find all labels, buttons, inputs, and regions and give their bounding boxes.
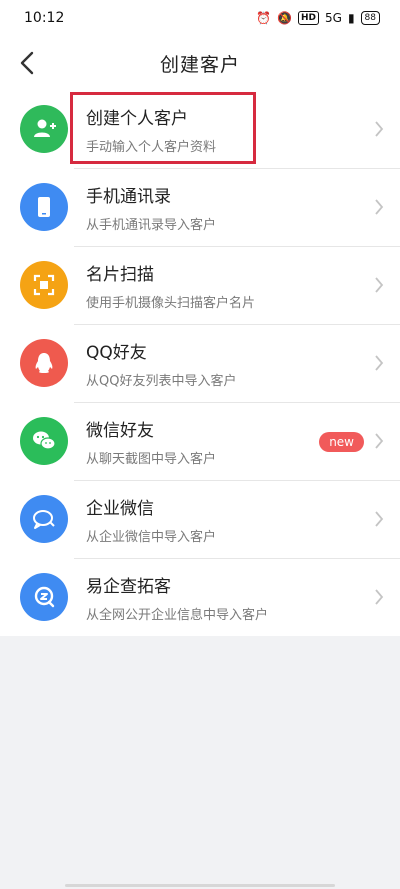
scan-icon (20, 261, 68, 309)
chevron-right-icon (375, 433, 384, 449)
item-title: 手机通讯录 (86, 187, 171, 207)
list-item-phone-contacts[interactable]: 手机通讯录 从手机通讯录导入客户 (0, 168, 400, 246)
page-title: 创建客户 (159, 53, 240, 76)
status-bar: 10:12 ⏰ 🔕 HD 5G ▮ 88 (0, 0, 400, 36)
back-arrow-icon[interactable] (14, 48, 42, 78)
create-customer-list: 创建个人客户 手动输入个人客户资料 手机通讯录 从手机通讯录导入客户 名片扫描 … (0, 90, 400, 636)
wecom-icon (20, 495, 68, 543)
chevron-right-icon (375, 277, 384, 293)
chevron-right-icon (375, 121, 384, 137)
item-subtitle: 从QQ好友列表中导入客户 (86, 374, 237, 389)
hd-badge: HD (297, 11, 319, 25)
yiqicha-icon (20, 573, 68, 621)
qq-icon (20, 339, 68, 387)
list-item-yiqicha[interactable]: 易企查拓客 从全网公开企业信息中导入客户 (0, 558, 400, 636)
item-subtitle: 从聊天截图中导入客户 (86, 452, 217, 467)
item-subtitle: 从全网公开企业信息中导入客户 (86, 608, 269, 623)
item-title: 易企查拓客 (86, 577, 171, 597)
battery-icon: 88 (360, 11, 380, 25)
item-subtitle: 使用手机摄像头扫描客户名片 (86, 296, 256, 311)
mute-icon: 🔕 (277, 11, 292, 25)
new-badge: new (319, 432, 364, 452)
status-time: 10:12 (24, 10, 65, 26)
list-item-wecom[interactable]: 企业微信 从企业微信中导入客户 (0, 480, 400, 558)
item-title: QQ好友 (86, 343, 147, 363)
chevron-right-icon (375, 199, 384, 215)
list-item-card-scan[interactable]: 名片扫描 使用手机摄像头扫描客户名片 (0, 246, 400, 324)
item-subtitle: 从手机通讯录导入客户 (86, 218, 217, 233)
nav-header: 创建客户 (0, 36, 400, 90)
signal-label: 5G (325, 11, 342, 25)
status-icons: ⏰ 🔕 HD 5G ▮ 88 (256, 11, 380, 25)
alarm-icon: ⏰ (256, 11, 272, 25)
item-title: 名片扫描 (86, 265, 154, 285)
item-subtitle: 从企业微信中导入客户 (86, 530, 217, 545)
add-person-icon (20, 105, 68, 153)
item-subtitle: 手动输入个人客户资料 (86, 140, 217, 155)
chevron-right-icon (375, 355, 384, 371)
item-title: 微信好友 (86, 421, 154, 441)
list-item-qq-friends[interactable]: QQ好友 从QQ好友列表中导入客户 (0, 324, 400, 402)
home-indicator (65, 884, 335, 887)
signal-icon: ▮ (347, 11, 355, 25)
phone-icon (20, 183, 68, 231)
item-title: 企业微信 (86, 499, 154, 519)
item-title: 创建个人客户 (86, 109, 188, 129)
list-item-create-personal[interactable]: 创建个人客户 手动输入个人客户资料 (0, 90, 400, 168)
list-item-wechat-friends[interactable]: 微信好友 从聊天截图中导入客户 new (0, 402, 400, 480)
chevron-right-icon (375, 511, 384, 527)
wechat-icon (20, 417, 68, 465)
chevron-right-icon (375, 589, 384, 605)
